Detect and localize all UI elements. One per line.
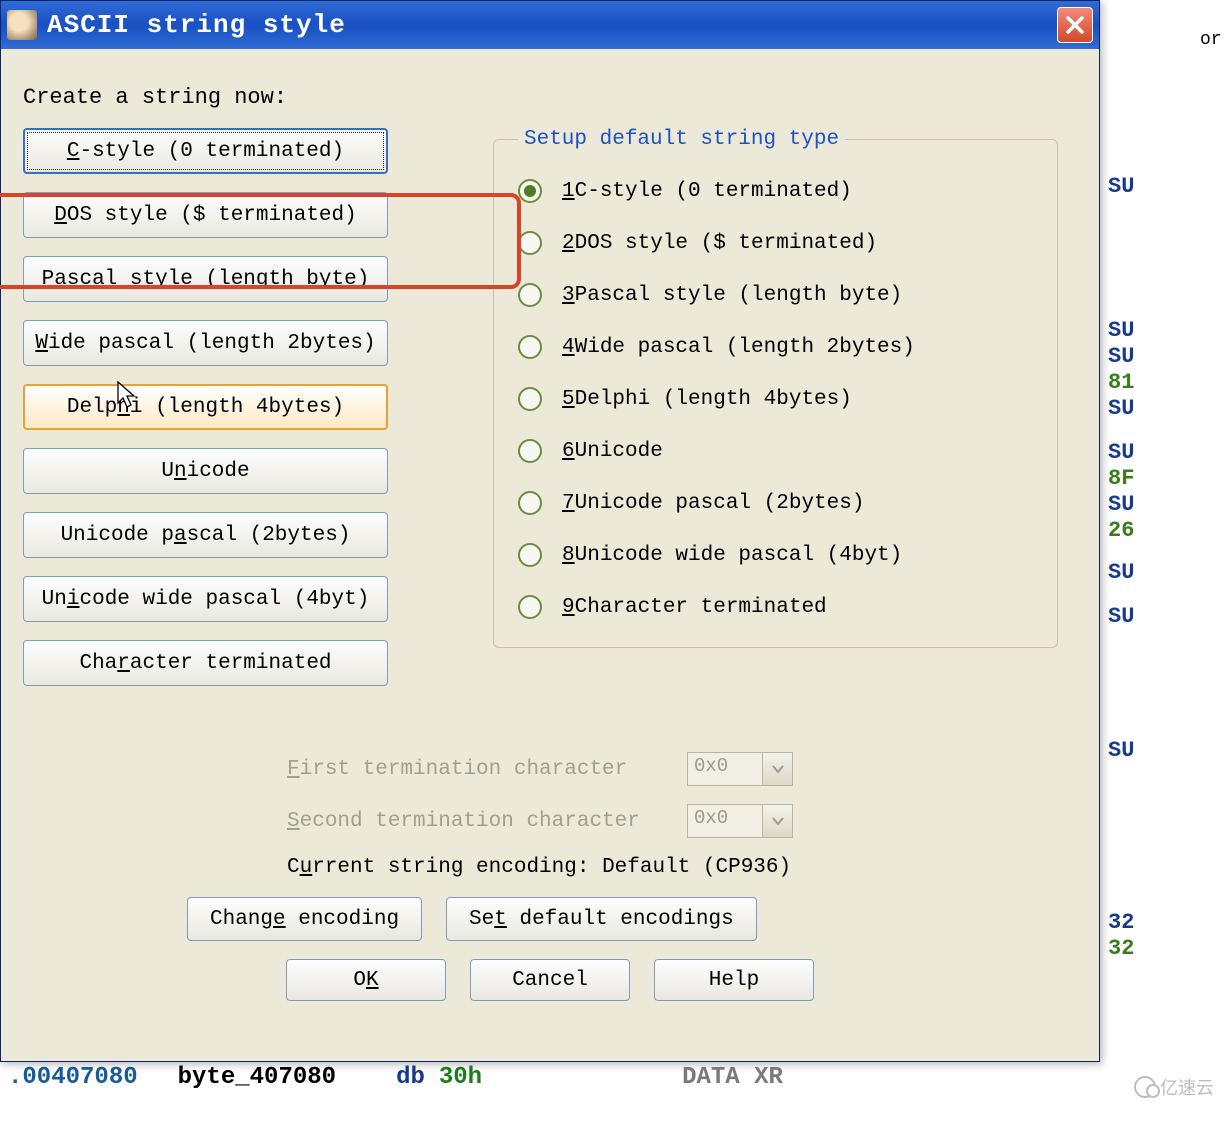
bg-frag: SU — [1108, 440, 1134, 465]
bg-frag: SU — [1108, 318, 1134, 343]
watermark: 亿速云 — [1134, 1074, 1214, 1100]
radio-dos[interactable]: 2 DOS style ($ terminated) — [518, 231, 1033, 255]
bg-frag: SU — [1108, 396, 1134, 421]
default-type-group: Setup default string type 1 C-style (0 t… — [493, 128, 1058, 648]
char-terminated-button[interactable]: Character terminated — [23, 640, 388, 686]
dialog-window: ASCII string style Create a string now: … — [0, 0, 1100, 1062]
radio-icon — [518, 387, 542, 411]
bg-frag: 32 — [1108, 936, 1134, 961]
bg-frag: SU — [1108, 492, 1134, 517]
radio-unicode-wide-pascal[interactable]: 8 Unicode wide pascal (4byt) — [518, 543, 1033, 567]
radio-icon — [518, 283, 542, 307]
radio-icon — [518, 335, 542, 359]
unicode-wide-pascal-button[interactable]: Unicode wide pascal (4byt) — [23, 576, 388, 622]
help-button[interactable]: Help — [654, 959, 814, 1001]
encoding-label: Current string encoding: Default (CP936) — [287, 856, 791, 879]
first-term-combo[interactable]: 0x0 — [687, 752, 763, 786]
radio-cstyle[interactable]: 1 C-style (0 terminated) — [518, 179, 1033, 203]
radio-icon — [518, 231, 542, 255]
prompt-label: Create a string now: — [23, 85, 1077, 110]
titlebar[interactable]: ASCII string style — [1, 1, 1099, 49]
bg-frag: 32 — [1108, 910, 1134, 935]
radio-char-terminated[interactable]: 9 Character terminated — [518, 595, 1033, 619]
unicode-button[interactable]: Unicode — [23, 448, 388, 494]
delphi-button[interactable]: Delphi (length 4bytes) — [23, 384, 388, 430]
radio-icon — [518, 543, 542, 567]
bg-frag: SU — [1108, 738, 1134, 763]
dropdown-icon[interactable] — [763, 804, 793, 838]
radio-icon — [518, 595, 542, 619]
dropdown-icon[interactable] — [763, 752, 793, 786]
cancel-button[interactable]: Cancel — [470, 959, 630, 1001]
cstyle-button[interactable]: C-style (0 terminated) — [23, 128, 388, 174]
watermark-icon — [1134, 1076, 1156, 1098]
bg-frag: 81 — [1108, 370, 1134, 395]
radio-delphi[interactable]: 5 Delphi (length 4bytes) — [518, 387, 1033, 411]
unicode-pascal-button[interactable]: Unicode pascal (2bytes) — [23, 512, 388, 558]
bg-frag: 26 — [1108, 518, 1134, 543]
wide-pascal-button[interactable]: Wide pascal (length 2bytes) — [23, 320, 388, 366]
disassembly-strip: .00407080 byte_407080 db 30h DATA XR — [0, 1064, 783, 1104]
app-icon — [7, 10, 37, 40]
bg-text: or — [1200, 30, 1222, 50]
group-legend: Setup default string type — [518, 128, 845, 151]
bg-frag: SU — [1108, 174, 1134, 199]
second-term-label: Second termination character — [287, 810, 687, 833]
radio-icon — [518, 491, 542, 515]
radio-unicode-pascal[interactable]: 7 Unicode pascal (2bytes) — [518, 491, 1033, 515]
dos-style-button[interactable]: DOS style ($ terminated) — [23, 192, 388, 238]
radio-pascal[interactable]: 3 Pascal style (length byte) — [518, 283, 1033, 307]
change-encoding-button[interactable]: Change encoding — [187, 897, 422, 941]
bg-frag: SU — [1108, 344, 1134, 369]
bg-frag: 8F — [1108, 466, 1134, 491]
window-title: ASCII string style — [47, 10, 346, 40]
radio-unicode[interactable]: 6 Unicode — [518, 439, 1033, 463]
radio-wide-pascal[interactable]: 4 Wide pascal (length 2bytes) — [518, 335, 1033, 359]
close-icon — [1065, 15, 1085, 35]
second-term-combo[interactable]: 0x0 — [687, 804, 763, 838]
create-buttons-column: C-style (0 terminated) DOS style ($ term… — [23, 128, 393, 704]
set-default-encodings-button[interactable]: Set default encodings — [446, 897, 757, 941]
bg-frag: SU — [1108, 604, 1134, 629]
radio-icon — [518, 179, 542, 203]
bg-frag: SU — [1108, 560, 1134, 585]
first-term-label: First termination character — [287, 758, 687, 781]
radio-icon — [518, 439, 542, 463]
ok-button[interactable]: OK — [286, 959, 446, 1001]
pascal-style-button[interactable]: Pascal style (length byte) — [23, 256, 388, 302]
close-button[interactable] — [1057, 7, 1093, 43]
